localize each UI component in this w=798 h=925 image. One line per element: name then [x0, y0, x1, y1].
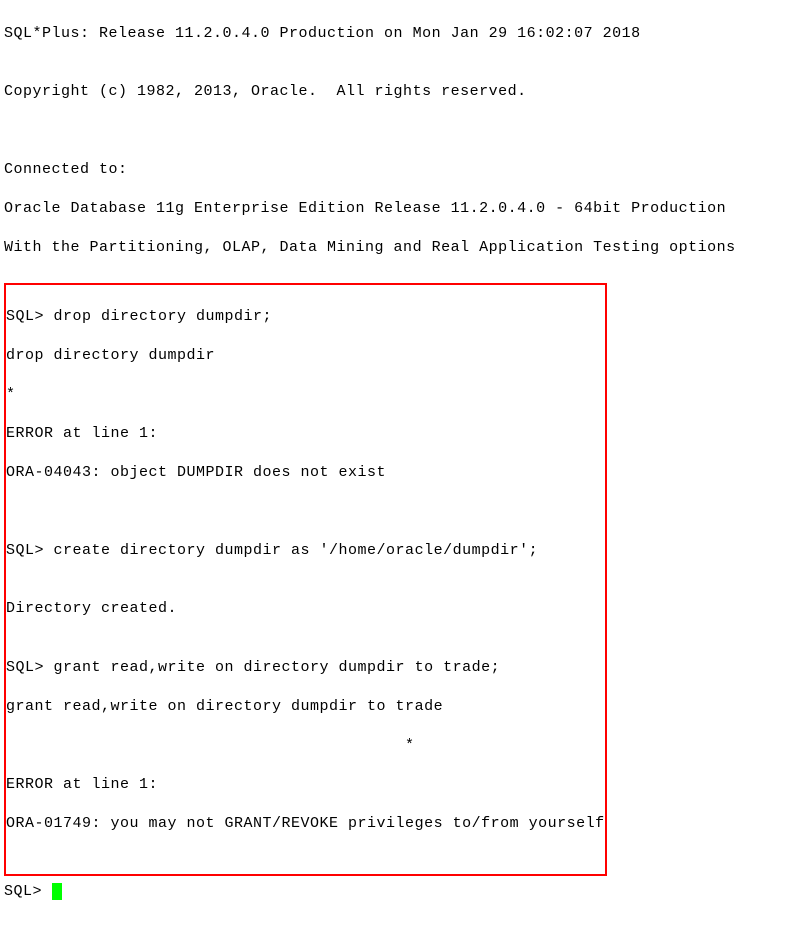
error-header: ERROR at line 1: [6, 424, 605, 444]
sql-prompt-create: SQL> create directory dumpdir as '/home/… [6, 541, 605, 561]
terminal-output: SQL*Plus: Release 11.2.0.4.0 Production … [4, 4, 794, 921]
ora-01749-error: ORA-01749: you may not GRANT/REVOKE priv… [6, 814, 605, 834]
connected-to-label: Connected to: [4, 160, 794, 180]
sql-prompt-drop: SQL> drop directory dumpdir; [6, 307, 605, 327]
error-marker: * [6, 736, 605, 756]
error-marker: * [6, 385, 605, 405]
sqlplus-banner: SQL*Plus: Release 11.2.0.4.0 Production … [4, 24, 794, 44]
ora-04043-error: ORA-04043: object DUMPDIR does not exist [6, 463, 605, 483]
db-options-line: With the Partitioning, OLAP, Data Mining… [4, 238, 794, 258]
sql-prompt-label: SQL> [4, 883, 52, 900]
sql-prompt-grant: SQL> grant read,write on directory dumpd… [6, 658, 605, 678]
cursor-icon [52, 883, 62, 900]
echo-drop: drop directory dumpdir [6, 346, 605, 366]
highlighted-session-box: SQL> drop directory dumpdir; drop direct… [4, 283, 607, 876]
copyright-line: Copyright (c) 1982, 2013, Oracle. All ri… [4, 82, 794, 102]
db-version-line: Oracle Database 11g Enterprise Edition R… [4, 199, 794, 219]
sql-prompt-line[interactable]: SQL> [4, 882, 794, 902]
error-header: ERROR at line 1: [6, 775, 605, 795]
directory-created-msg: Directory created. [6, 599, 605, 619]
echo-grant: grant read,write on directory dumpdir to… [6, 697, 605, 717]
